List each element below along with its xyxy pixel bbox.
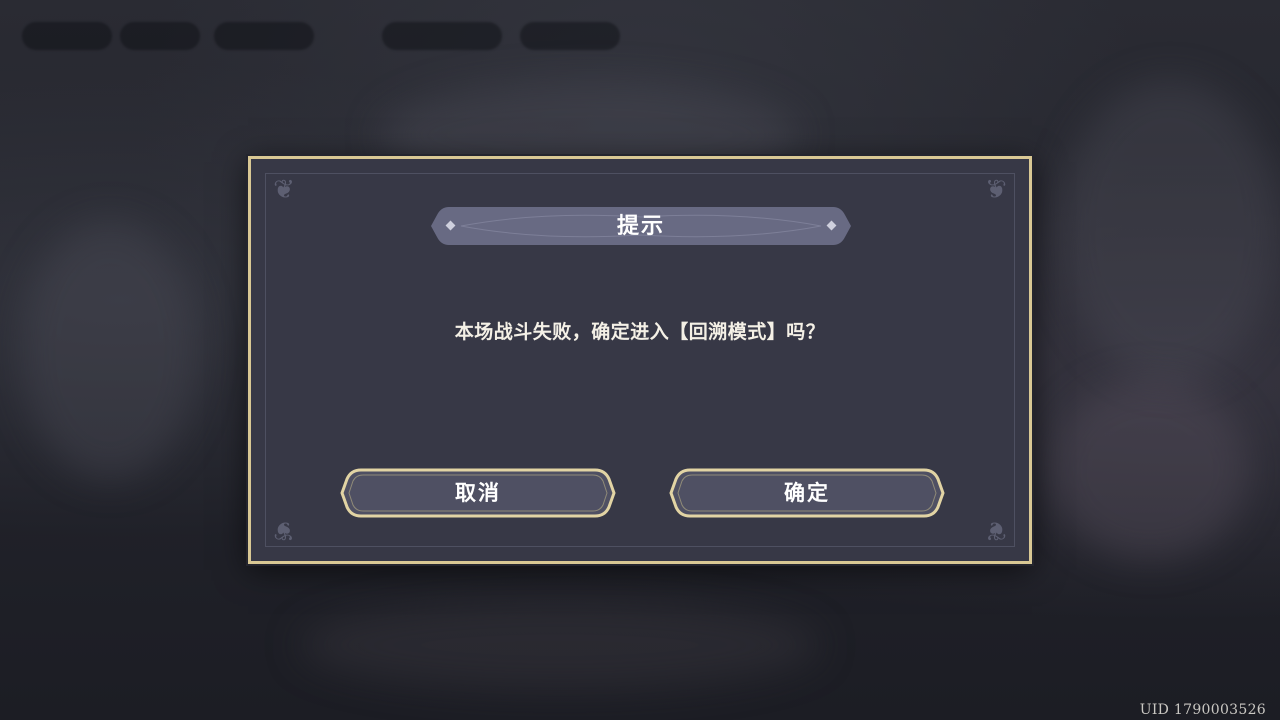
hud-pill	[382, 22, 502, 50]
dialog-title-bar: 提示	[431, 205, 851, 247]
hud-pill	[214, 22, 314, 50]
confirm-dialog: ❦ ❦ ❦ ❦ 提示 本场战斗失败，确定进入【回溯模式】吗？ 取消 确定	[248, 156, 1032, 564]
background-shape	[20, 220, 200, 480]
corner-ornament-icon: ❦	[273, 515, 295, 545]
corner-ornament-icon: ❦	[985, 175, 1007, 205]
hud-pill	[120, 22, 200, 50]
dialog-title: 提示	[616, 213, 665, 239]
background-shape	[1050, 380, 1250, 560]
cancel-button[interactable]: 取消	[339, 467, 617, 519]
background-shape	[1060, 80, 1280, 380]
hud-pill	[520, 22, 620, 50]
confirm-button[interactable]: 确定	[668, 467, 946, 519]
hud-pill	[22, 22, 112, 50]
player-uid: UID 1790003526	[1139, 702, 1266, 718]
dialog-message: 本场战斗失败，确定进入【回溯模式】吗？	[454, 321, 826, 343]
cancel-button-label: 取消	[455, 480, 501, 505]
corner-ornament-icon: ❦	[985, 515, 1007, 545]
corner-ornament-icon: ❦	[273, 175, 295, 205]
confirm-button-label: 确定	[784, 480, 830, 505]
background-shape	[300, 600, 820, 690]
